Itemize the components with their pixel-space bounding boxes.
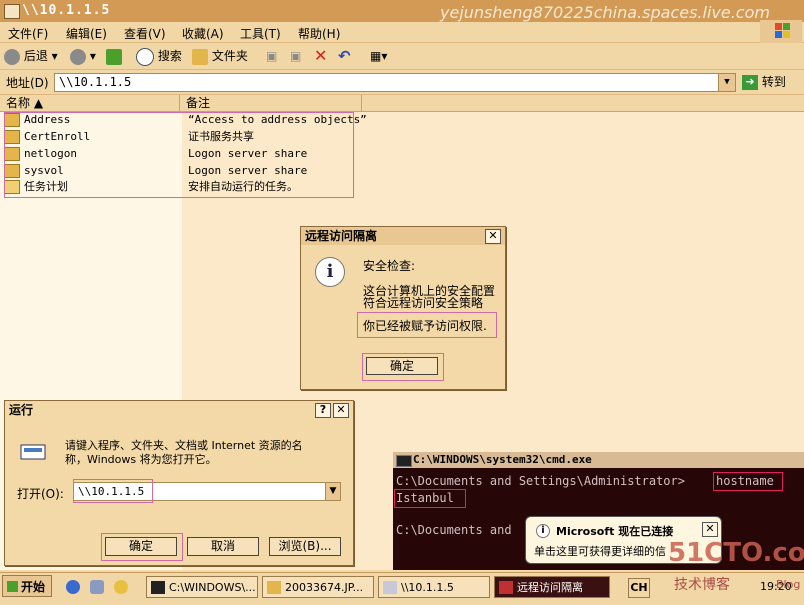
up-folder-icon bbox=[106, 48, 122, 65]
search-button[interactable]: 搜索 bbox=[136, 47, 182, 66]
address-bar: 地址(D) \\10.1.1.5 ▼ ➜ 转到 bbox=[0, 70, 804, 95]
column-comment[interactable]: 备注 bbox=[180, 95, 362, 111]
delete-icon[interactable]: ✕ bbox=[314, 47, 327, 65]
site-logo: 51CTO.com bbox=[668, 538, 804, 568]
window-title: \\10.1.1.5 bbox=[22, 3, 111, 18]
column-name[interactable]: 名称 ▲ bbox=[0, 95, 180, 111]
move-to-icon[interactable]: ▣ bbox=[266, 47, 277, 65]
watermark-text: yejunsheng870225china.spaces.live.com bbox=[440, 3, 770, 22]
undo-icon[interactable]: ↶ bbox=[338, 47, 351, 65]
command-highlight-box bbox=[713, 472, 783, 491]
security-check-heading: 安全检查: bbox=[363, 259, 416, 273]
task-cmd[interactable]: C:\WINDOWS\... bbox=[146, 576, 258, 598]
menu-edit[interactable]: 编辑(E) bbox=[66, 25, 107, 42]
desktop-icon[interactable] bbox=[90, 580, 104, 594]
cmd-title: C:\WINDOWS\system32\cmd.exe bbox=[393, 452, 804, 468]
balloon-title: Microsoft 现在已连接 bbox=[556, 525, 674, 538]
copy-to-icon[interactable]: ▣ bbox=[290, 47, 301, 65]
start-label: 开始 bbox=[21, 580, 46, 594]
run-dialog-title: 运行 bbox=[5, 401, 353, 419]
info-icon: i bbox=[315, 257, 345, 287]
address-label: 地址(D) bbox=[6, 76, 49, 90]
toolbar: 后退 ▾ ▾ 搜索 文件夹 ▣ ▣ ✕ ↶ ▦▾ bbox=[0, 43, 804, 70]
forward-arrow-icon bbox=[70, 48, 86, 65]
explorer-titlebar: \\10.1.1.5 yejunsheng870225china.spaces.… bbox=[0, 0, 804, 22]
highlight-box bbox=[4, 112, 354, 198]
run-icon bbox=[19, 441, 49, 463]
windows-logo bbox=[760, 20, 802, 44]
menu-view[interactable]: 查看(V) bbox=[124, 25, 166, 42]
go-arrow-icon: ➜ bbox=[742, 75, 758, 90]
menu-favorites[interactable]: 收藏(A) bbox=[182, 25, 224, 42]
menu-file[interactable]: 文件(F) bbox=[8, 25, 48, 42]
forward-button[interactable]: ▾ bbox=[70, 47, 96, 65]
run-browse-button[interactable]: 浏览(B)... bbox=[269, 537, 341, 556]
close-icon[interactable]: ✕ bbox=[702, 522, 718, 537]
address-dropdown-icon[interactable]: ▼ bbox=[718, 74, 735, 91]
cmd-icon bbox=[396, 455, 412, 467]
ok-button[interactable]: 确定 bbox=[366, 357, 438, 375]
task-image[interactable]: 20033674.JP... bbox=[262, 576, 374, 598]
go-button[interactable]: ➜ 转到 bbox=[742, 73, 798, 90]
ie-icon[interactable] bbox=[66, 580, 80, 594]
folders-label: 文件夹 bbox=[211, 49, 248, 63]
menu-tools[interactable]: 工具(T) bbox=[240, 25, 281, 42]
run-description-2: 称，Windows 将为您打开它。 bbox=[65, 453, 217, 466]
run-dialog: 运行 ? ✕ 请键入程序、文件夹、文档或 Internet 资源的名 称，Win… bbox=[4, 400, 354, 566]
menu-help[interactable]: 帮助(H) bbox=[298, 25, 340, 42]
folders-button[interactable]: 文件夹 bbox=[192, 47, 248, 65]
address-value: \\10.1.1.5 bbox=[59, 75, 132, 89]
task-quarantine[interactable]: 远程访问隔离 bbox=[494, 576, 610, 598]
language-indicator[interactable]: CH bbox=[628, 578, 650, 598]
close-icon[interactable]: ✕ bbox=[333, 403, 349, 418]
run-ok-button[interactable]: 确定 bbox=[105, 537, 177, 556]
search-label: 搜索 bbox=[157, 49, 182, 63]
quarantine-dialog: 远程访问隔离 ✕ i 安全检查: 这台计算机上的安全配置 符合远程访问安全策略 … bbox=[300, 226, 506, 390]
security-line-2: 符合远程访问安全策略 bbox=[363, 296, 484, 310]
open-dropdown-icon[interactable]: ▼ bbox=[325, 483, 340, 500]
messenger-icon[interactable] bbox=[114, 580, 128, 594]
blog-label: Blog bbox=[776, 578, 801, 591]
back-arrow-icon bbox=[4, 48, 20, 65]
task-explorer[interactable]: \\10.1.1.5 bbox=[378, 576, 490, 598]
quarantine-dialog-title: 远程访问隔离 bbox=[301, 227, 505, 245]
back-button[interactable]: 后退 ▾ bbox=[4, 47, 58, 65]
search-icon bbox=[136, 47, 154, 66]
menu-bar: 文件(F) 编辑(E) 查看(V) 收藏(A) 工具(T) 帮助(H) bbox=[0, 22, 804, 43]
close-icon[interactable]: ✕ bbox=[485, 229, 501, 244]
folder-icon bbox=[192, 48, 208, 65]
site-subtitle: 技术博客 bbox=[674, 577, 730, 593]
output-highlight-box bbox=[394, 489, 466, 508]
start-button[interactable]: 开始 bbox=[2, 575, 52, 597]
info-icon: i bbox=[536, 524, 550, 538]
run-cancel-button[interactable]: 取消 bbox=[187, 537, 259, 556]
column-header: 名称 ▲ 备注 bbox=[0, 95, 804, 112]
cmd-prompt-1: C:\Documents and Settings\Administrator> bbox=[396, 474, 685, 488]
up-folder-button[interactable] bbox=[106, 47, 122, 65]
help-button[interactable]: ? bbox=[315, 403, 331, 418]
open-label: 打开(O): bbox=[17, 487, 64, 501]
open-highlight-box bbox=[73, 479, 153, 503]
windows-flag-icon bbox=[7, 581, 18, 592]
balloon-text: 单击这里可获得更详细的信 bbox=[534, 545, 666, 558]
cmd-prompt-2: C:\Documents and bbox=[396, 523, 512, 537]
back-label: 后退 bbox=[23, 49, 48, 63]
address-input[interactable]: \\10.1.1.5 ▼ bbox=[54, 73, 736, 92]
go-label: 转到 bbox=[761, 75, 786, 89]
access-granted-text: 你已经被赋予访问权限. bbox=[363, 319, 487, 333]
window-icon bbox=[4, 4, 20, 19]
views-button[interactable]: ▦▾ bbox=[370, 47, 387, 65]
